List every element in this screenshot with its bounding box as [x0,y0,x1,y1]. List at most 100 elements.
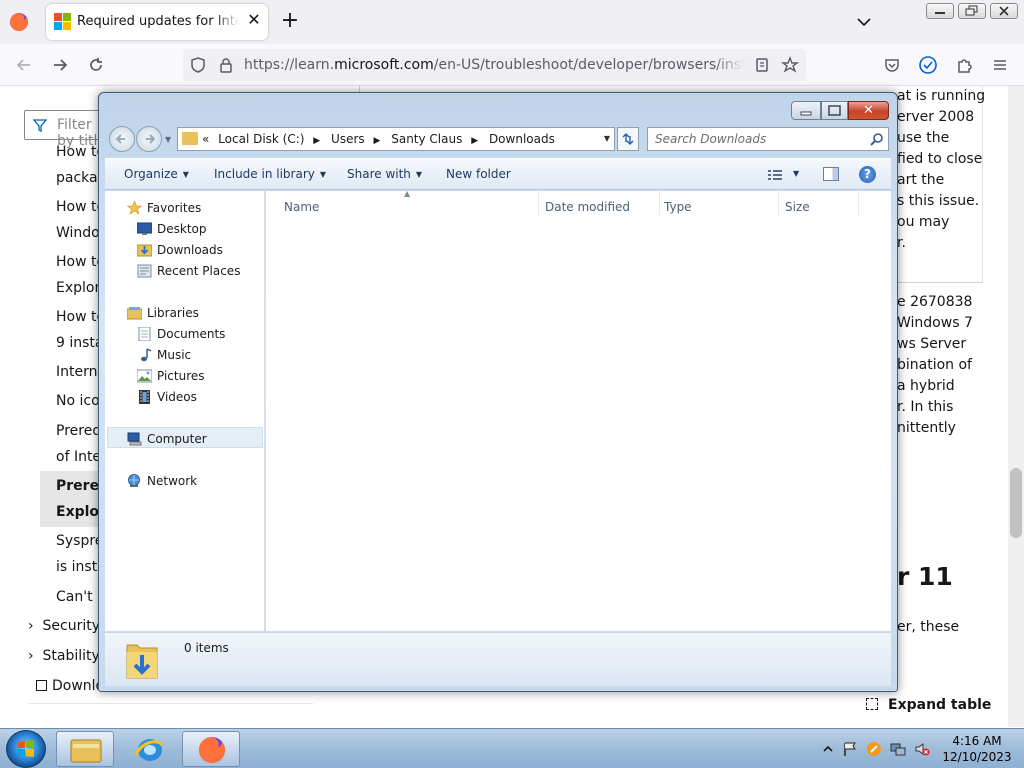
toc-item[interactable]: 9 insta [56,335,103,351]
url-bar[interactable]: https://learn.microsoft.com/en-US/troubl… [183,49,806,81]
column-separator[interactable] [659,191,660,215]
browser-close-button[interactable] [990,3,1018,19]
tab-title: Required updates for Internet Explorer 1… [77,14,239,29]
article-line: ou may [897,214,950,230]
toc-item[interactable]: Prereq [56,423,101,439]
explorer-maximize-button[interactable] [821,101,848,120]
nav-pictures[interactable]: Pictures [137,369,205,383]
desktop-icon [137,222,152,235]
security-alert-icon[interactable] [866,741,882,757]
system-clock[interactable]: 4:16 AM 12/10/2023 [942,733,1012,765]
explorer-folder-icon [70,739,102,763]
share-with-menu[interactable]: Share with ▼ [347,167,422,181]
search-icon[interactable] [870,132,884,146]
tab-close-icon[interactable]: ✕ [244,10,264,30]
search-placeholder: Search Downloads [655,132,767,146]
action-center-flag-icon[interactable] [842,741,858,757]
change-view-icon[interactable] [767,169,783,181]
volume-muted-icon[interactable] [914,741,930,757]
toc-item[interactable]: Windo [56,225,100,241]
firefox-menu-icon[interactable] [8,11,30,33]
nav-recent-places[interactable]: Recent Places [137,264,240,278]
explorer-close-button[interactable]: ✕ [848,101,889,120]
extensions-puzzle-icon[interactable] [953,54,975,76]
column-separator[interactable] [858,191,859,215]
nav-desktop[interactable]: Desktop [137,222,207,236]
shield-icon[interactable] [187,54,209,76]
include-in-library-menu[interactable]: Include in library ▼ [214,167,326,181]
expand-table-button[interactable]: Expand table [866,697,991,713]
back-button[interactable] [109,126,135,152]
navigation-pane: Favorites Desktop Downloads Recent Place… [105,191,265,631]
address-bar[interactable]: « Local Disk (C:) ▶ Users ▶ Santy Claus … [177,127,615,151]
organize-menu[interactable]: Organize ▼ [124,167,189,181]
breadcrumb-separator-icon[interactable]: ▶ [471,136,478,146]
show-hidden-icons-chevron-icon[interactable] [820,741,836,757]
address-history-dropdown-icon[interactable]: ▼ [599,127,615,151]
account-sync-icon[interactable] [917,54,939,76]
column-separator[interactable] [538,191,539,215]
nav-favorites[interactable]: Favorites [127,201,201,215]
search-input[interactable]: Search Downloads [647,127,889,151]
minimize-icon [800,111,812,116]
browser-tab-active[interactable]: Required updates for Internet Explorer 1… [46,4,268,40]
breadcrumb-downloads[interactable]: Downloads [489,132,555,146]
article-line: a hybrid [897,378,955,394]
article-line: erver 2008 [897,109,975,125]
column-header-name[interactable]: Name [284,200,319,214]
forward-arrow-icon[interactable] [49,54,71,76]
taskbar-internet-explorer-button[interactable] [120,731,178,767]
back-arrow-icon[interactable] [13,54,35,76]
view-dropdown-arrow-icon[interactable]: ▼ [793,169,799,178]
nav-libraries[interactable]: Libraries [127,306,199,320]
nav-documents[interactable]: Documents [138,327,225,341]
refresh-button[interactable] [617,127,639,151]
help-icon[interactable]: ? [859,166,876,183]
breadcrumb-overflow[interactable]: « [202,132,209,146]
browser-minimize-button[interactable] [926,3,954,19]
nav-computer[interactable]: Computer [127,432,207,446]
network-status-icon[interactable] [890,741,906,757]
lock-icon[interactable] [215,54,237,76]
breadcrumb-users[interactable]: Users [331,132,365,146]
column-header-size[interactable]: Size [785,200,810,214]
bookmark-star-icon[interactable] [779,54,801,76]
new-tab-button[interactable]: + [279,10,301,33]
back-arrow-icon [115,134,125,144]
internet-explorer-icon [134,739,164,761]
column-separator[interactable] [778,191,779,215]
column-header-type[interactable]: Type [664,200,692,214]
nav-music[interactable]: Music [141,348,191,362]
preview-pane-icon[interactable] [823,167,839,181]
file-list-pane[interactable]: ▲ Name Date modified Type Size [266,189,891,631]
taskbar-firefox-button[interactable] [182,731,240,767]
pdf-icon [36,680,47,691]
page-scrollbar-thumb[interactable] [1010,468,1022,538]
breadcrumb-local-disk[interactable]: Local Disk (C:) [218,132,304,146]
start-button[interactable] [6,730,46,768]
pocket-icon[interactable] [881,54,903,76]
explorer-minimize-button[interactable] [791,101,821,120]
forward-button[interactable] [136,126,162,152]
hamburger-menu-icon[interactable] [989,54,1011,76]
page-scrollbar[interactable] [1008,86,1024,727]
browser-tab-bar: Required updates for Internet Explorer 1… [0,0,1024,44]
breadcrumb-separator-icon[interactable]: ▶ [313,136,320,146]
maximize-icon [828,105,841,116]
list-all-tabs-chevron-icon[interactable] [854,12,874,32]
recent-pages-dropdown-icon[interactable]: ▼ [165,135,171,144]
toc-item[interactable]: Syspre [56,533,103,549]
reload-icon[interactable] [85,54,107,76]
browser-restore-button[interactable] [958,3,986,19]
nav-downloads[interactable]: Downloads [137,243,223,257]
breadcrumb-santy-claus[interactable]: Santy Claus [391,132,462,146]
breadcrumb-separator-icon[interactable]: ▶ [373,136,380,146]
reader-view-icon[interactable] [751,54,773,76]
download-pdf-link[interactable]: Downlo [36,678,104,694]
nav-network[interactable]: Network [128,474,197,488]
downloads-folder-large-icon [126,644,158,679]
nav-videos[interactable]: Videos [139,390,197,404]
new-folder-button[interactable]: New folder [446,167,511,181]
taskbar-explorer-button[interactable] [56,731,114,767]
column-header-date-modified[interactable]: Date modified [545,200,630,214]
